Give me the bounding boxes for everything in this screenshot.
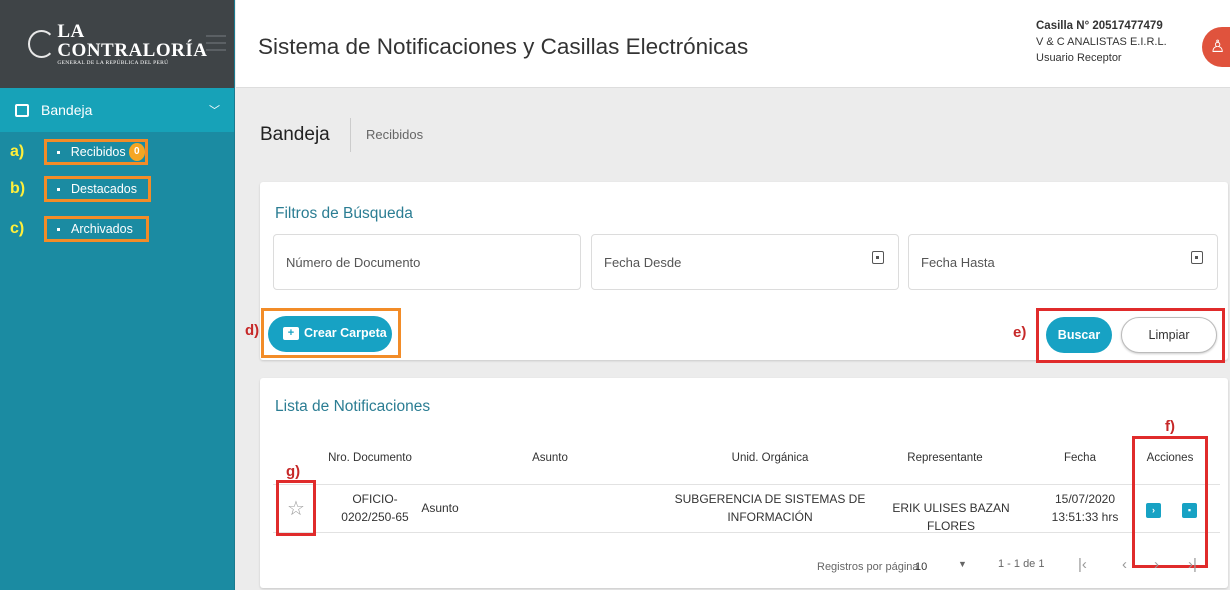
casilla-number: Casilla N° 20517477479 (1036, 20, 1163, 32)
document-number-input[interactable]: Número de Documento (273, 234, 581, 290)
notifications-title: Lista de Notificaciones (275, 398, 431, 415)
user-avatar-icon[interactable]: ♙ (1202, 27, 1230, 67)
annotation-f: f) (1165, 418, 1175, 435)
sidebar-item-label: Recibidos (70, 145, 126, 159)
file-view-icon[interactable]: › (1146, 503, 1161, 518)
header: Sistema de Notificaciones y Casillas Ele… (236, 0, 1230, 88)
calendar-icon[interactable] (872, 251, 884, 264)
column-header-document[interactable]: Nro. Documento (310, 452, 430, 464)
next-page-icon[interactable]: › (1154, 556, 1159, 573)
row-document: OFICIO- 0202/250-65 (330, 490, 420, 526)
menu-toggle-icon[interactable] (206, 35, 226, 56)
filters-title: Filtros de Búsqueda (275, 205, 413, 222)
unread-badge: 0 (128, 143, 145, 161)
sidebar-item-archivados[interactable]: c) Archivados (0, 213, 235, 245)
first-page-icon[interactable]: |‹ (1078, 556, 1087, 573)
per-page-dropdown-icon[interactable]: ▼ (958, 559, 967, 569)
date-from-input[interactable]: Fecha Desde (591, 234, 899, 290)
row-divider (273, 532, 1220, 533)
last-page-icon[interactable]: ›| (1188, 556, 1197, 573)
bullet-icon (57, 150, 60, 154)
breadcrumb: Recibidos (366, 127, 424, 142)
page-title: Bandeja (260, 124, 330, 145)
inbox-icon (15, 103, 29, 117)
logo: LA CONTRALORÍA GENERAL DE LA REPÚBLICA D… (0, 0, 234, 88)
archive-icon[interactable]: ▪ (1182, 503, 1197, 518)
date-to-input[interactable]: Fecha Hasta (908, 234, 1218, 290)
chevron-down-icon: ﹀ (209, 105, 220, 117)
per-page-select[interactable]: 10 (915, 561, 927, 573)
create-folder-label: Crear Carpeta (304, 326, 387, 340)
column-header-representative[interactable]: Representante (890, 452, 1000, 464)
annotation-c: c) (10, 220, 25, 237)
annotation-g: g) (286, 463, 301, 480)
highlight-destacados: Destacados (44, 176, 151, 202)
user-info: Casilla N° 20517477479 V & C ANALISTAS E… (1036, 18, 1167, 66)
row-representative: ERIK ULISES BAZAN FLORES (892, 501, 1010, 533)
column-header-date[interactable]: Fecha (1050, 452, 1110, 464)
logo-subtitle: GENERAL DE LA REPÚBLICA DEL PERÚ (57, 59, 169, 66)
annotation-e: e) (1013, 324, 1027, 341)
title-divider (350, 118, 351, 152)
bullet-icon (57, 227, 60, 231)
logo-emblem-icon (28, 30, 56, 58)
app-title: Sistema de Notificaciones y Casillas Ele… (258, 34, 749, 59)
sidebar-item-destacados[interactable]: b) Destacados (0, 173, 235, 205)
doc-line-1: OFICIO- (352, 492, 398, 506)
row-unit: SUBGERENCIA DE SISTEMAS DE INFORMACIÓN (670, 490, 870, 526)
annotation-d: d) (245, 322, 260, 339)
sidebar-item-label: Archivados (71, 222, 133, 236)
date-to-placeholder: Fecha Hasta (921, 255, 995, 270)
search-button[interactable]: Buscar (1046, 317, 1112, 353)
sidebar-item-label: Destacados (71, 182, 138, 196)
unit-line-1: SUBGERENCIA DE SISTEMAS DE (674, 492, 866, 506)
sidebar-section-label: Bandeja (41, 102, 93, 118)
time-line: 13:51:33 hrs (1051, 510, 1119, 524)
pagination-range: 1 - 1 de 1 (998, 558, 1045, 570)
header-divider (273, 484, 1220, 485)
doc-line-2: 0202/250-65 (341, 510, 409, 524)
annotation-a: a) (10, 143, 25, 160)
column-header-subject[interactable]: Asunto (510, 452, 590, 464)
create-folder-button[interactable]: + Crear Carpeta (268, 316, 392, 352)
date-from-placeholder: Fecha Desde (604, 255, 682, 270)
sidebar-item-recibidos[interactable]: a) Recibidos 0 (0, 136, 235, 168)
bullet-icon (57, 187, 60, 191)
clear-button[interactable]: Limpiar (1121, 317, 1217, 353)
calendar-icon[interactable] (1191, 251, 1203, 264)
folder-plus-icon: + (283, 327, 299, 340)
highlight-actions-column (1132, 436, 1208, 568)
star-icon[interactable]: ☆ (287, 496, 305, 521)
highlight-archivados: Archivados (44, 216, 149, 242)
previous-page-icon[interactable]: ‹ (1122, 556, 1127, 573)
per-page-label: Registros por página (817, 561, 919, 573)
highlight-recibidos: Recibidos 0 (44, 139, 148, 165)
company-name: V & C ANALISTAS E.I.R.L. (1036, 36, 1167, 48)
row-date: 15/07/2020 13:51:33 hrs (1050, 490, 1120, 526)
sidebar: LA CONTRALORÍA GENERAL DE LA REPÚBLICA D… (0, 0, 235, 590)
column-header-unit[interactable]: Unid. Orgánica (720, 452, 820, 464)
unit-line-2: INFORMACIÓN (727, 510, 813, 524)
date-line: 15/07/2020 (1054, 492, 1116, 506)
user-role: Usuario Receptor (1036, 52, 1122, 64)
annotation-b: b) (10, 180, 26, 197)
sidebar-section-bandeja[interactable]: Bandeja ﹀ (0, 88, 234, 132)
row-subject: Asunto (421, 501, 459, 515)
